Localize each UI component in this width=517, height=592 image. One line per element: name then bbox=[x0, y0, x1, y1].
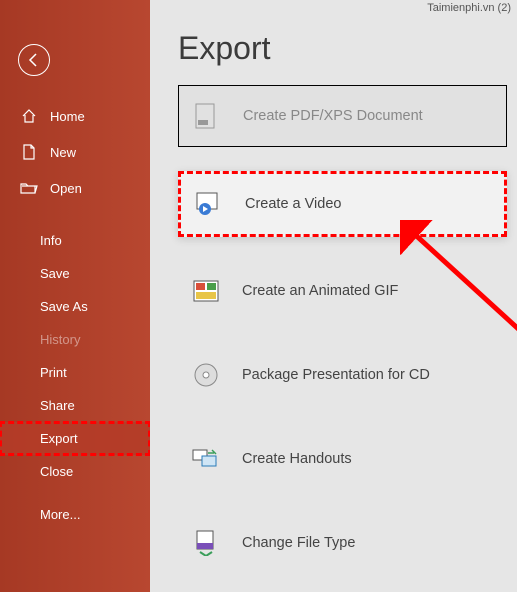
export-option-file-type[interactable]: Change File Type bbox=[178, 513, 507, 573]
pdf-xps-icon bbox=[193, 102, 221, 130]
handouts-icon bbox=[192, 445, 220, 473]
home-icon bbox=[20, 107, 38, 125]
sidebar-item-label: New bbox=[50, 145, 76, 160]
export-option-label: Create an Animated GIF bbox=[242, 283, 398, 299]
sidebar-item-export[interactable]: Export bbox=[0, 422, 150, 455]
gif-icon bbox=[192, 277, 220, 305]
sidebar-item-close[interactable]: Close bbox=[0, 455, 150, 488]
arrow-left-icon bbox=[26, 52, 42, 68]
sidebar-item-label: Info bbox=[40, 233, 62, 248]
sidebar-item-home[interactable]: Home bbox=[0, 98, 150, 134]
export-option-handouts[interactable]: Create Handouts bbox=[178, 429, 507, 489]
export-option-label: Change File Type bbox=[242, 535, 355, 551]
sidebar-item-info[interactable]: Info bbox=[0, 224, 150, 257]
sidebar-item-label: More... bbox=[40, 507, 80, 522]
sidebar-item-label: History bbox=[40, 332, 80, 347]
export-option-video[interactable]: Create a Video bbox=[178, 171, 507, 237]
sidebar-item-label: Share bbox=[40, 398, 75, 413]
sidebar-item-label: Export bbox=[40, 431, 78, 446]
export-option-cd[interactable]: Package Presentation for CD bbox=[178, 345, 507, 405]
back-button[interactable] bbox=[18, 44, 50, 76]
sidebar-item-label: Home bbox=[50, 109, 85, 124]
sidebar-item-share[interactable]: Share bbox=[0, 389, 150, 422]
sidebar-item-more[interactable]: More... bbox=[0, 498, 150, 531]
cd-icon bbox=[192, 361, 220, 389]
sidebar-item-print[interactable]: Print bbox=[0, 356, 150, 389]
sidebar-item-label: Save bbox=[40, 266, 70, 281]
export-option-label: Package Presentation for CD bbox=[242, 367, 430, 383]
file-type-icon bbox=[192, 529, 220, 557]
sidebar-item-history: History bbox=[0, 323, 150, 356]
sidebar-item-label: Save As bbox=[40, 299, 88, 314]
titlebar-text: Taimienphi.vn (2) bbox=[427, 2, 511, 14]
sidebar-item-label: Open bbox=[50, 181, 82, 196]
page-title: Export bbox=[178, 30, 507, 67]
export-option-list: Create PDF/XPS Document Create a Video C… bbox=[178, 85, 507, 573]
sidebar-item-save[interactable]: Save bbox=[0, 257, 150, 290]
backstage-sidebar: Home New Open Info Save Save As History … bbox=[0, 0, 150, 592]
export-option-pdf-xps[interactable]: Create PDF/XPS Document bbox=[178, 85, 507, 147]
export-option-label: Create PDF/XPS Document bbox=[243, 108, 423, 124]
export-option-label: Create a Video bbox=[245, 196, 341, 212]
export-option-gif[interactable]: Create an Animated GIF bbox=[178, 261, 507, 321]
sidebar-item-label: Print bbox=[40, 365, 67, 380]
export-option-label: Create Handouts bbox=[242, 451, 352, 467]
new-doc-icon bbox=[20, 143, 38, 161]
export-main-panel: Export Create PDF/XPS Document Create a … bbox=[150, 0, 517, 592]
sidebar-item-label: Close bbox=[40, 464, 73, 479]
open-folder-icon bbox=[20, 179, 38, 197]
sidebar-item-open[interactable]: Open bbox=[0, 170, 150, 206]
sidebar-item-new[interactable]: New bbox=[0, 134, 150, 170]
sidebar-item-save-as[interactable]: Save As bbox=[0, 290, 150, 323]
video-icon bbox=[195, 190, 223, 218]
app-window: Taimienphi.vn (2) Home New bbox=[0, 0, 517, 592]
